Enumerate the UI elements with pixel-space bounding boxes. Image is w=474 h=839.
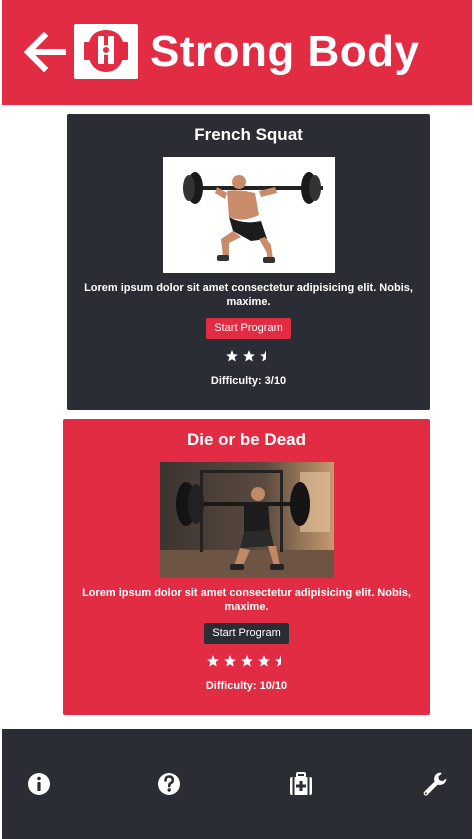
help-icon[interactable] [154,769,184,799]
info-icon[interactable] [24,769,54,799]
program-description: Lorem ipsum dolor sit amet consectetur a… [82,587,411,613]
star-icon [240,655,253,667]
program-card: French Squat Lorem ipsum dolor sit amet … [67,114,430,410]
rating-stars [67,349,430,363]
program-title: French Squat [194,125,303,144]
program-title: Die or be Dead [186,430,307,449]
program-image [159,462,334,578]
difficulty-label: Difficulty: 10/10 [205,680,288,692]
star-icon [257,655,270,667]
app-header: Strong Body [2,0,472,105]
program-card: Die or be Dead Lorem ipsum dolor sit ame… [63,419,430,715]
star-icon [223,655,236,667]
medical-kit-icon[interactable] [286,769,316,799]
start-program-button[interactable]: Start Program [206,318,291,339]
star-half-icon [274,655,281,667]
logo [74,24,138,79]
arrow-left-icon[interactable] [24,32,68,72]
rating-stars [63,654,430,668]
start-program-button[interactable]: Start Program [204,623,289,644]
star-icon [206,655,219,667]
bottom-nav [2,729,472,839]
program-image [162,157,335,273]
difficulty-label: Difficulty: 3/10 [210,375,287,387]
wrench-icon[interactable] [420,769,450,799]
app-screen: Strong Body French Squat Lorem ipsum dol… [0,0,474,839]
star-half-icon [259,350,266,362]
strong-body-logo-icon [84,30,128,72]
star-icon [225,350,238,362]
program-description: Lorem ipsum dolor sit amet consectetur a… [84,282,413,308]
star-icon [242,350,255,362]
app-title: Strong Body [150,27,420,76]
